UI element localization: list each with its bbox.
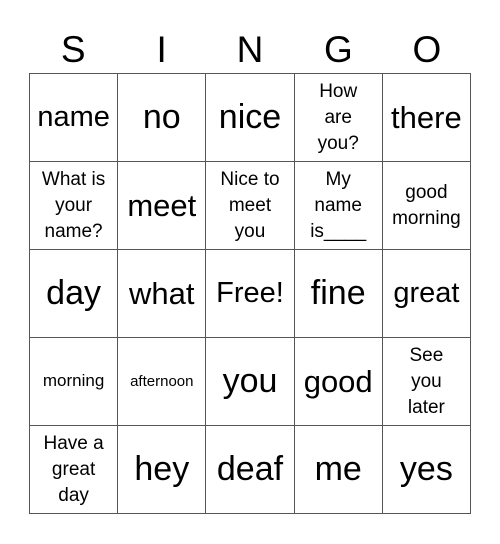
cell-text: yes xyxy=(400,449,453,490)
cell-text-line: day xyxy=(58,484,89,506)
cell-text: what xyxy=(129,275,194,312)
header-letter: S xyxy=(60,29,86,70)
cell-text: Have a great day xyxy=(43,431,103,509)
cell-text-line: Have a xyxy=(43,432,104,454)
cell-text-line: Free! xyxy=(216,277,284,310)
bingo-cell[interactable]: Have a great day xyxy=(30,426,119,514)
cell-text-line: is____ xyxy=(310,220,367,242)
cell-text-line: good xyxy=(405,181,448,203)
bingo-cell[interactable]: day xyxy=(30,250,119,338)
bingo-cell[interactable]: afternoon xyxy=(118,338,207,426)
bingo-cell[interactable]: meet xyxy=(118,162,207,250)
cell-text-line: there xyxy=(391,99,462,135)
cell-text: What is your name? xyxy=(42,167,105,245)
bingo-cell[interactable]: good morning xyxy=(382,162,471,250)
header-letter: N xyxy=(236,29,264,70)
bingo-cell[interactable]: me xyxy=(294,426,383,514)
cell-text-line: morning xyxy=(392,207,461,229)
bingo-cell[interactable]: what xyxy=(118,250,207,338)
cell-text-line: Nice to xyxy=(220,168,280,190)
cell-text-line: See xyxy=(409,344,444,366)
cell-text-line: great xyxy=(51,458,96,480)
bingo-cell[interactable]: How are you? xyxy=(294,74,383,162)
bingo-cell[interactable]: name xyxy=(30,74,119,162)
cell-text: good morning xyxy=(392,180,461,232)
cell-text: me xyxy=(315,449,362,490)
header-letter: I xyxy=(156,29,167,70)
cell-text: name xyxy=(37,100,110,135)
bingo-cell[interactable]: Free! xyxy=(206,250,295,338)
cell-text-line: no xyxy=(142,98,181,137)
cell-text-line: nice xyxy=(218,98,282,137)
bingo-cell[interactable]: no xyxy=(118,74,207,162)
cell-text: Nice to meet you xyxy=(220,167,279,245)
bingo-cell[interactable]: See you later xyxy=(382,338,471,426)
cell-text: How are you? xyxy=(318,79,359,157)
bingo-cell[interactable]: there xyxy=(382,74,471,162)
bingo-cell[interactable]: nice xyxy=(206,74,295,162)
cell-text: day xyxy=(46,273,101,314)
cell-text-line: meet xyxy=(228,194,272,216)
header-letter: O xyxy=(412,29,442,70)
cell-text-line: My xyxy=(325,168,351,190)
cell-text: deaf xyxy=(217,449,283,490)
cell-text-line: you xyxy=(222,362,278,401)
header-letter: G xyxy=(324,29,353,70)
cell-text: fine xyxy=(311,273,366,314)
cell-text-line: me xyxy=(314,450,362,489)
cell-text-line: you? xyxy=(317,132,359,154)
cell-text-line: name xyxy=(37,101,110,134)
cell-text: great xyxy=(393,276,459,311)
bingo-cell[interactable]: hey xyxy=(118,426,207,514)
cell-text: meet xyxy=(127,187,196,224)
cell-text-line: name xyxy=(314,194,362,216)
cell-text: Free! xyxy=(216,276,284,311)
cell-text: morning xyxy=(43,371,104,391)
cell-text-line: yes xyxy=(399,450,453,489)
cell-text-line: morning xyxy=(42,371,105,391)
cell-text-line: good xyxy=(303,363,373,399)
bingo-cell[interactable]: My name is____ xyxy=(294,162,383,250)
cell-text-line: what xyxy=(129,275,195,311)
cell-text-line: What is xyxy=(41,168,106,190)
bingo-grid: name no nice How are you? there What is your name… xyxy=(29,73,471,514)
bingo-cell[interactable]: great xyxy=(382,250,471,338)
cell-text-line: hey xyxy=(134,450,190,489)
cell-text-line: day xyxy=(46,274,101,313)
cell-text-line: your xyxy=(55,194,93,216)
bingo-cell[interactable]: you xyxy=(206,338,295,426)
bingo-cell[interactable]: good xyxy=(294,338,383,426)
cell-text: no xyxy=(143,97,181,138)
cell-text-line: great xyxy=(393,277,460,310)
cell-text-line: fine xyxy=(310,274,366,313)
bingo-header: S I N G O xyxy=(29,28,471,72)
cell-text-line: are xyxy=(324,106,352,128)
bingo-cell[interactable]: deaf xyxy=(206,426,295,514)
cell-text: hey xyxy=(134,449,189,490)
cell-text-line: you xyxy=(411,370,442,392)
cell-text-line: deaf xyxy=(216,450,284,489)
cell-text: afternoon xyxy=(130,373,193,391)
cell-text: nice xyxy=(219,97,281,138)
cell-text: good xyxy=(304,363,373,400)
cell-text-line: later xyxy=(407,396,445,418)
cell-text-line: you xyxy=(234,220,266,242)
cell-text-line: How xyxy=(319,80,358,102)
cell-text: My name is____ xyxy=(310,167,366,245)
bingo-cell[interactable]: yes xyxy=(382,426,471,514)
bingo-cell[interactable]: fine xyxy=(294,250,383,338)
cell-text-line: meet xyxy=(127,187,197,223)
bingo-cell[interactable]: Nice to meet you xyxy=(206,162,295,250)
bingo-cell[interactable]: morning xyxy=(30,338,119,426)
cell-text-line: name? xyxy=(44,220,103,242)
cell-text-line: afternoon xyxy=(130,372,194,390)
cell-text: there xyxy=(391,99,462,136)
cell-text: See you later xyxy=(408,343,445,421)
cell-text: you xyxy=(223,361,278,402)
bingo-cell[interactable]: What is your name? xyxy=(30,162,119,250)
